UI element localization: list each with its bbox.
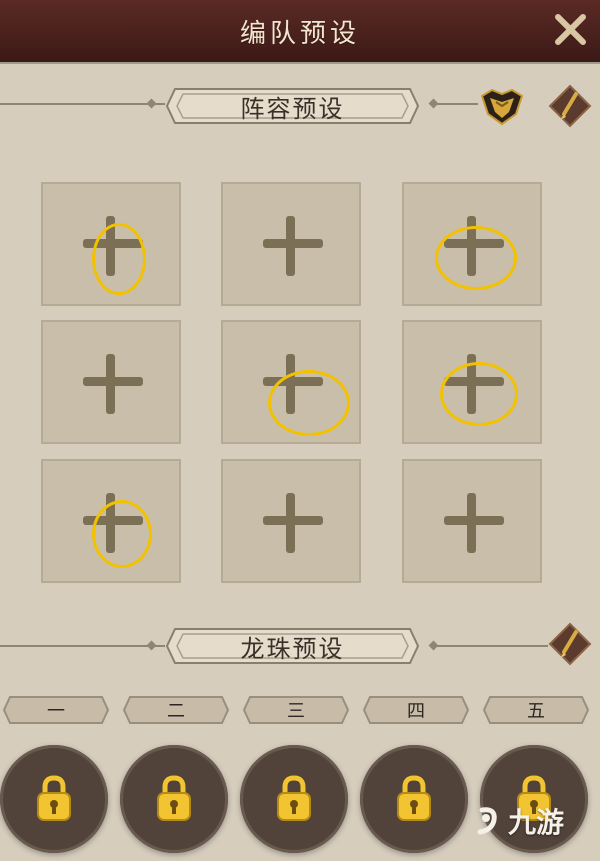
lineup-slot[interactable]: [221, 182, 361, 306]
tab-3[interactable]: 三: [242, 695, 350, 725]
lineup-slot[interactable]: [402, 320, 542, 444]
dragon-slot-locked[interactable]: [120, 745, 228, 853]
divider-dot: [146, 98, 157, 109]
header-bar: 编队预设: [0, 0, 600, 62]
tab-4[interactable]: 四: [362, 695, 470, 725]
divider-left: [0, 645, 165, 647]
dragon-section-title: 龙珠预设: [240, 634, 345, 663]
watermark-text: 九游: [507, 807, 564, 838]
lineup-section-title: 阵容预设: [240, 94, 345, 123]
plus-icon: [255, 208, 327, 280]
tab-2[interactable]: 二: [122, 695, 230, 725]
tab-label: 一: [47, 701, 65, 722]
tab-label: 二: [167, 701, 185, 722]
dragon-section-banner: 龙珠预设: [165, 627, 420, 665]
plus-icon: [436, 208, 508, 280]
lineup-slot[interactable]: [221, 320, 361, 444]
lineup-section-banner: 阵容预设: [165, 87, 420, 125]
plus-icon: [75, 485, 147, 557]
lock-icon: [397, 775, 431, 821]
plus-icon: [436, 485, 508, 557]
divider-right: [430, 645, 548, 647]
lock-icon: [277, 775, 311, 821]
lock-icon: [37, 775, 71, 821]
tab-label: 三: [287, 701, 305, 722]
crest-button[interactable]: [478, 84, 526, 128]
brush-icon: [548, 622, 592, 666]
plus-icon: [75, 346, 147, 418]
tab-5[interactable]: 五: [482, 695, 590, 725]
dragon-slot-locked[interactable]: [360, 745, 468, 853]
lock-icon: [157, 775, 191, 821]
lineup-slot[interactable]: [41, 459, 181, 583]
close-icon: [555, 14, 586, 45]
edit-brush-button[interactable]: [548, 84, 592, 128]
lineup-slot[interactable]: [221, 459, 361, 583]
lineup-slot[interactable]: [402, 182, 542, 306]
tab-label: 五: [527, 701, 545, 722]
plus-icon: [75, 208, 147, 280]
brush-icon: [548, 84, 592, 128]
plus-icon: [255, 346, 327, 418]
lineup-slot[interactable]: [41, 320, 181, 444]
preset-tabs: 一 二 三 四 五: [0, 695, 600, 727]
lineup-slot[interactable]: [402, 459, 542, 583]
divider-dot: [428, 640, 439, 651]
watermark: 九游: [474, 801, 564, 841]
dragon-slot-locked[interactable]: [240, 745, 348, 853]
dragon-slot-locked[interactable]: [0, 745, 108, 853]
divider-left: [0, 103, 165, 105]
tab-label: 四: [407, 701, 425, 722]
divider-dot: [428, 98, 439, 109]
plus-icon: [436, 346, 508, 418]
page-title: 编队预设: [239, 18, 360, 49]
close-button[interactable]: [548, 8, 592, 52]
crest-icon: [480, 88, 524, 126]
divider-dot: [146, 640, 157, 651]
tab-1[interactable]: 一: [2, 695, 110, 725]
dragon-edit-button[interactable]: [548, 622, 592, 666]
lineup-slot[interactable]: [41, 182, 181, 306]
plus-icon: [255, 485, 327, 557]
watermark-logo-icon: [477, 807, 497, 835]
